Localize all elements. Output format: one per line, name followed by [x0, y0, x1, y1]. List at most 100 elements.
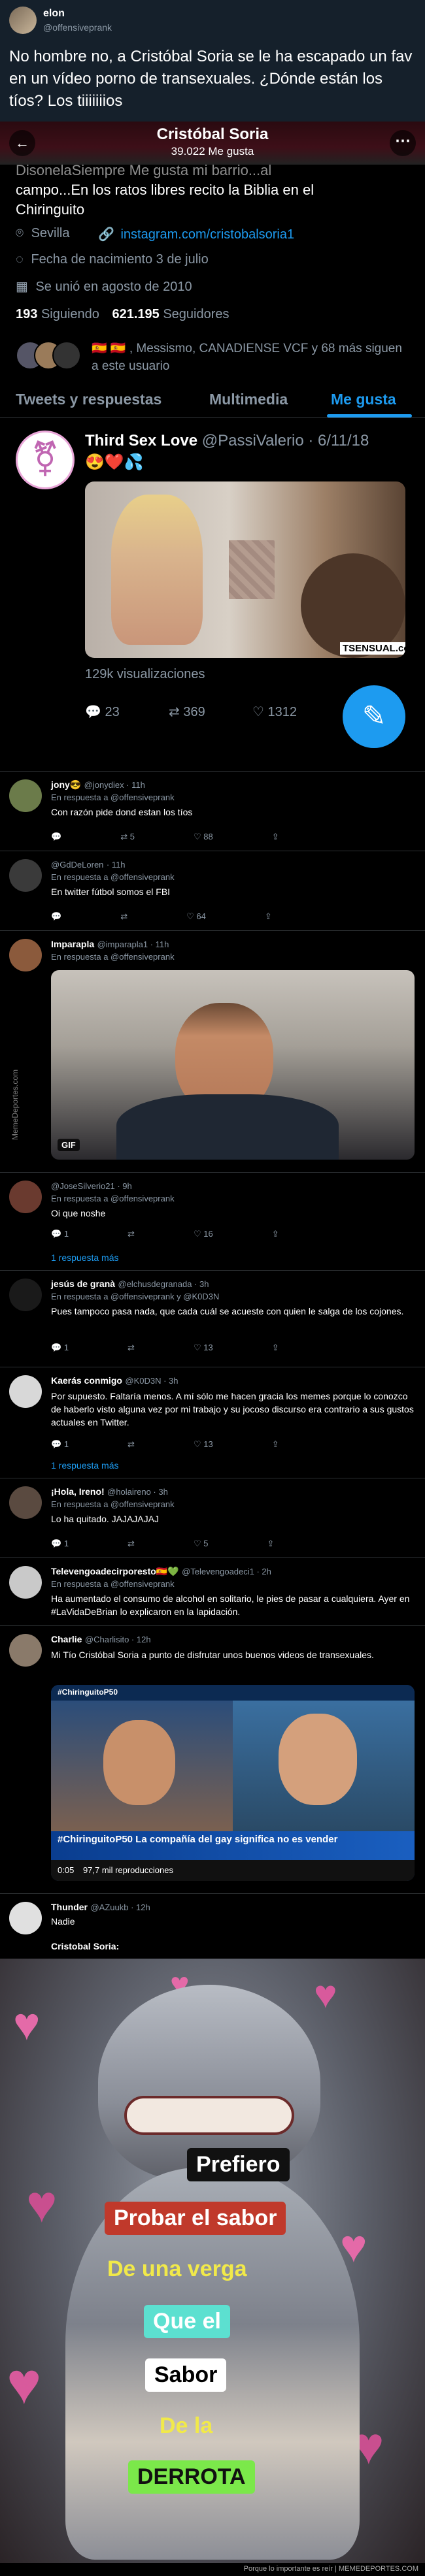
like-action[interactable]: ♡ 13 [194, 1343, 213, 1353]
reply-to[interactable]: En respuesta a @offensiveprank [51, 792, 175, 802]
reply-author-name[interactable]: Televengoadecirporesto🇪🇸💚 [51, 1566, 179, 1576]
followed-by-text[interactable]: 🇪🇸 🇪🇸 , Messismo, CANADIENSE VCF y 68 má… [92, 340, 412, 375]
transgender-symbol-icon[interactable]: ⚧ [16, 431, 75, 489]
reply-action[interactable]: 💬 1 [51, 1439, 69, 1450]
more-options-icon[interactable]: ⋯ [390, 130, 416, 156]
retweet-action[interactable]: ⇄ [120, 911, 128, 922]
reply-to[interactable]: En respuesta a @offensiveprank [51, 952, 175, 962]
reply-tweet[interactable]: @JoseSilverio21 · 9h En respuesta a @off… [0, 1172, 425, 1270]
share-icon[interactable]: ⇪ [267, 1539, 274, 1549]
liked-author-handle[interactable]: @PassiValerio [202, 432, 304, 449]
reply-author-handle[interactable]: @Charlisito · 12h [85, 1635, 151, 1644]
retweet-action[interactable]: ⇄ [128, 1229, 135, 1239]
reply-tweet[interactable]: jesús de granà @elchusdegranada · 3h En … [0, 1069, 425, 1367]
avatar[interactable] [9, 1375, 42, 1408]
reply-author-name[interactable]: jony😎 [51, 779, 81, 790]
share-icon[interactable]: ⇪ [272, 832, 279, 842]
liked-author-name[interactable]: Third Sex Love [85, 432, 197, 449]
like-action[interactable]: ♡ 64 [186, 911, 206, 922]
share-icon[interactable]: ⇪ [272, 1343, 279, 1353]
share-icon[interactable]: ⇪ [272, 1229, 279, 1239]
heart-icon: ♥ [13, 1998, 41, 2049]
avatar[interactable] [9, 859, 42, 892]
reply-icon[interactable]: 💬 [51, 911, 61, 922]
reply-author-handle[interactable]: @Televengoadeci1 · 2h [182, 1567, 271, 1576]
reply-action[interactable]: 💬 1 [51, 1343, 69, 1353]
liked-retweet-action[interactable]: ⇄ 369 [169, 704, 205, 720]
retweet-action[interactable]: ⇄ [128, 1439, 135, 1450]
reply-icon[interactable]: 💬 [51, 832, 61, 842]
like-action[interactable]: ♡ 16 [194, 1229, 213, 1239]
compose-tweet-button[interactable]: ✎ [343, 685, 405, 748]
tab-likes[interactable]: Me gusta [331, 391, 396, 408]
followers-label[interactable]: Seguidores [163, 307, 229, 321]
author-name[interactable]: elon [43, 8, 65, 20]
reply-tweet[interactable]: Charlie @Charlisito · 12h Mi Tío Cristób… [0, 1625, 425, 1893]
reply-action[interactable]: 💬 1 [51, 1229, 69, 1239]
reply-author-name[interactable]: Thunder [51, 1902, 88, 1912]
reply-to[interactable]: En respuesta a @offensiveprank [51, 1194, 175, 1203]
reply-author-name[interactable]: Charlie [51, 1634, 82, 1644]
like-action[interactable]: ♡ 5 [194, 1539, 209, 1549]
reply-video[interactable]: #ChiringuitoP50 #ChiringuitoP50 La compa… [51, 1685, 415, 1881]
tab-tweets-replies[interactable]: Tweets y respuestas [16, 391, 162, 408]
gif-suit [116, 1094, 339, 1160]
avatar[interactable] [9, 1634, 42, 1667]
liked-tweet[interactable]: ⚧ Third Sex Love @PassiValerio · 6/11/18… [0, 419, 425, 762]
reply-tweet[interactable]: Thunder @AZuukb · 12h Nadie Cristobal So… [0, 1893, 425, 1959]
avatar[interactable] [9, 1279, 42, 1311]
reply-action[interactable]: 💬 1 [51, 1539, 69, 1549]
retweet-action[interactable]: ⇄ [128, 1539, 135, 1549]
avatar[interactable] [9, 1566, 42, 1599]
website-row[interactable]: 🔗 instagram.com/cristobalsoria1 [98, 226, 294, 242]
share-icon[interactable]: ⇪ [265, 911, 272, 922]
reply-to[interactable]: En respuesta a @offensiveprank [51, 872, 175, 882]
avatar[interactable] [9, 7, 37, 34]
reply-author-handle[interactable]: @jonydiex · 11h [84, 780, 145, 790]
retweet-action[interactable]: ⇄ [128, 1343, 135, 1353]
liked-like-action[interactable]: ♡ 1312 [252, 704, 297, 720]
video-left-panel [51, 1701, 233, 1831]
reply-to[interactable]: En respuesta a @offensiveprank [51, 1579, 175, 1589]
reply-author-name[interactable]: jesús de granà [51, 1279, 115, 1289]
avatar[interactable] [9, 939, 42, 971]
reply-tweet[interactable]: @GdDeLoren · 11h En respuesta a @offensi… [0, 851, 425, 930]
show-more-replies[interactable]: 1 respuesta más [51, 1252, 119, 1263]
reply-to[interactable]: En respuesta a @offensiveprank [51, 1499, 175, 1509]
show-more-replies[interactable]: 1 respuesta más [51, 1460, 119, 1471]
reply-author-name[interactable]: Imparapla [51, 939, 94, 949]
like-action[interactable]: ♡ 13 [194, 1439, 213, 1450]
reply-tweet[interactable]: jony😎 @jonydiex · 11h En respuesta a @of… [0, 771, 425, 851]
followers-count[interactable]: 621.195 [112, 307, 159, 321]
avatar[interactable] [9, 1181, 42, 1213]
reply-tweet[interactable]: Televengoadecirporesto🇪🇸💚 @Televengoadec… [0, 1557, 425, 1625]
share-icon[interactable]: ⇪ [272, 1439, 279, 1450]
following-count[interactable]: 193 [16, 307, 37, 321]
reply-author-handle[interactable]: @AZuukb · 12h [90, 1902, 150, 1912]
author-handle[interactable]: @offensiveprank [43, 22, 112, 33]
reply-author-handle[interactable]: @imparapla1 · 11h [97, 939, 169, 949]
retweet-action[interactable]: ⇄ 5 [120, 832, 135, 842]
like-action[interactable]: ♡ 88 [194, 832, 213, 842]
reply-author-handle[interactable]: @JoseSilverio21 · 9h [51, 1181, 132, 1191]
reply-author-handle[interactable]: @K0D3N · 3h [125, 1376, 178, 1386]
liked-reply-action[interactable]: 💬 23 [85, 704, 120, 720]
reply-author-name[interactable]: ¡Hola, Ireno! [51, 1486, 105, 1497]
reply-author-name[interactable]: @GdDeLoren [51, 860, 103, 870]
reply-tweet[interactable]: ¡Hola, Ireno! @holaireno · 3h En respues… [0, 1478, 425, 1557]
reply-gif[interactable]: GIF [51, 970, 415, 1160]
reply-author-handle[interactable]: @holaireno · 3h [107, 1487, 168, 1497]
reply-to[interactable]: En respuesta a @offensiveprank y @K0D3N [51, 1292, 219, 1301]
avatar[interactable] [9, 779, 42, 812]
website-link[interactable]: instagram.com/cristobalsoria1 [120, 227, 294, 242]
reply-tweet[interactable]: Imparapla @imparapla1 · 11h En respuesta… [0, 930, 425, 1172]
reply-author-name[interactable]: Kaerás conmigo [51, 1375, 122, 1386]
liked-video-thumbnail[interactable]: TSENSUAL.com [85, 481, 405, 658]
avatar[interactable] [9, 1902, 42, 1934]
following-label[interactable]: Siguiendo [41, 307, 99, 321]
reply-tweet[interactable]: Kaerás conmigo @K0D3N · 3h Por supuesto.… [0, 1367, 425, 1478]
reply-author-handle[interactable]: · 11h [107, 860, 126, 870]
avatar[interactable] [9, 1486, 42, 1519]
reply-author-handle[interactable]: @elchusdegranada · 3h [118, 1279, 209, 1289]
tab-media[interactable]: Multimedia [209, 391, 288, 408]
